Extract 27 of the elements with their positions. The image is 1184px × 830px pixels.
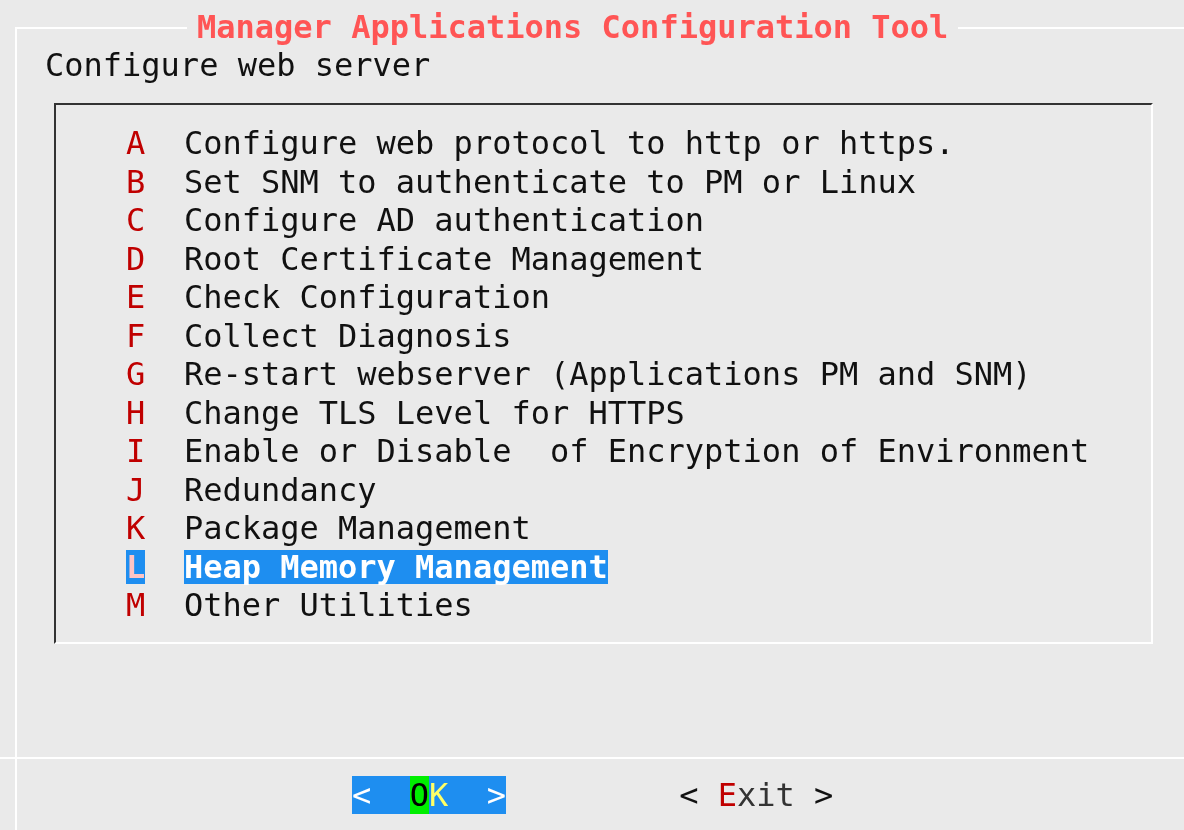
menu-item[interactable]: Redundancy bbox=[183, 472, 377, 507]
menu-item[interactable]: Set SNM to authenticate to PM or Linux bbox=[183, 164, 916, 199]
menu-item[interactable]: Collect Diagnosis bbox=[183, 318, 512, 353]
menu-item[interactable]: Configure AD authentication bbox=[183, 203, 705, 238]
menu-item[interactable]: Root Certificate Management bbox=[183, 241, 705, 276]
menu-item[interactable]: Check Configuration bbox=[183, 280, 550, 315]
hotkey-letter[interactable]: G bbox=[126, 357, 146, 392]
hotkey-letter[interactable]: B bbox=[126, 164, 146, 199]
hotkey-letter[interactable]: I bbox=[126, 434, 146, 469]
hotkey-letter[interactable]: C bbox=[126, 203, 146, 238]
hotkey-letter[interactable]: M bbox=[126, 588, 146, 623]
menu-item[interactable]: Re-start webserver (Applications PM and SNM) bbox=[183, 357, 1032, 392]
dialog-button[interactable]: < OK > bbox=[352, 776, 507, 814]
hotkey-letter[interactable]: D bbox=[126, 241, 146, 276]
menu-item[interactable]: Change TLS Level for HTTPS bbox=[183, 395, 685, 430]
hotkey-letter[interactable]: K bbox=[126, 511, 146, 546]
hotkey-letter[interactable]: F bbox=[126, 318, 146, 353]
menu-item[interactable]: Enable or Disable of Encryption of Environment bbox=[183, 434, 1090, 469]
hotkey-letter[interactable]: A bbox=[126, 126, 146, 161]
menu-item[interactable]: Package Management bbox=[183, 511, 531, 546]
hotkey-letter[interactable]: E bbox=[126, 280, 146, 315]
hotkey-letter[interactable]: H bbox=[126, 395, 146, 430]
menu-item[interactable]: Configure web protocol to http or https. bbox=[183, 126, 955, 161]
dialog-button[interactable]: < Exit > bbox=[679, 776, 834, 814]
prompt-text: Configure web server bbox=[45, 46, 431, 84]
menu-item[interactable]: Other Utilities bbox=[183, 588, 473, 623]
hotkey-letter[interactable]: J bbox=[126, 472, 146, 507]
